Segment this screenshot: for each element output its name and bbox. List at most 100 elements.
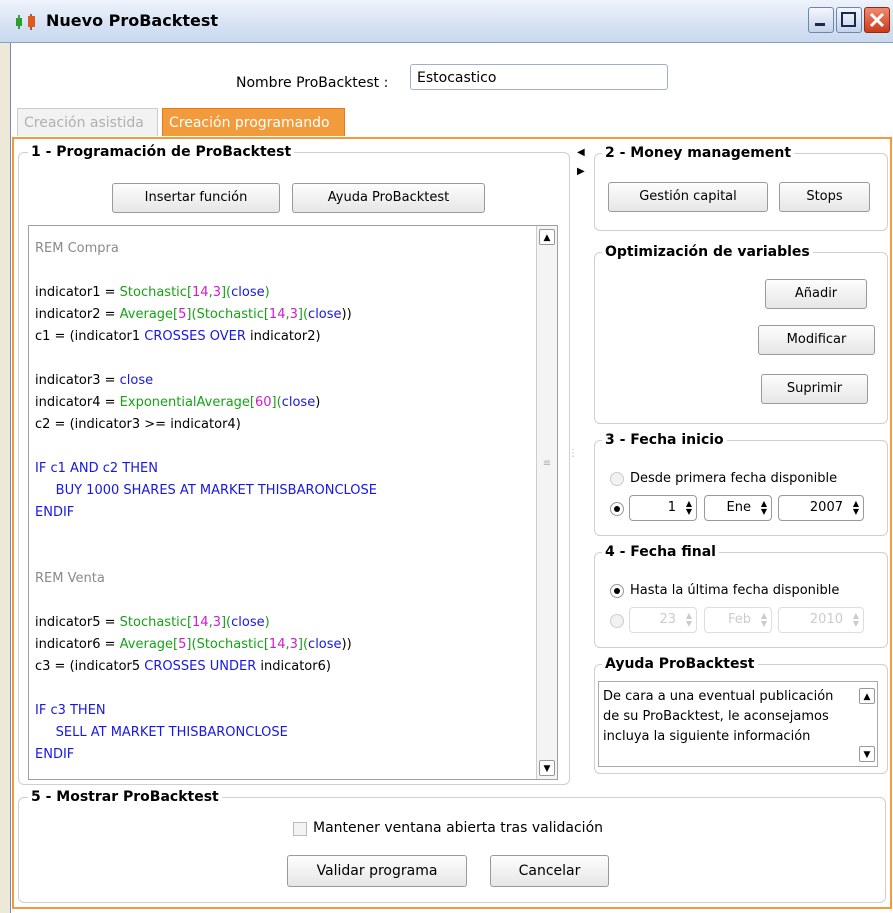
code-line[interactable]: REM Compra [35,238,535,260]
code-token: CROSSES OVER [144,329,246,344]
backtest-name-label: Nombre ProBacktest : [236,75,389,91]
code-token: 3 [212,615,221,630]
spinner-arrows-icon: ▲ ▼ [760,611,767,628]
code-token: indicator2 = [35,307,120,322]
help-scroll-up-icon[interactable]: ▲ [859,688,875,704]
code-token: ]( [220,285,232,300]
capital-management-button[interactable]: Gestión capital [608,182,768,212]
code-token: close [308,307,342,322]
code-token: 14 [268,307,286,322]
code-line[interactable]: indicator4 = ExponentialAverage[60](clos… [35,392,535,414]
code-token: IF c3 THEN [35,703,106,718]
code-token: ]( [297,307,309,322]
custom-start-date-radio[interactable] [610,502,624,516]
code-token: close [231,615,265,630]
start-date-title: 3 - Fecha inicio [602,432,727,448]
custom-end-date-radio[interactable] [610,614,624,628]
modify-variable-button[interactable]: Modificar [758,325,875,355]
insert-function-button[interactable]: Insertar función [112,183,280,213]
code-token: indicator6) [256,659,331,674]
first-date-label: Desde primera fecha disponible [630,471,838,486]
code-line[interactable]: indicator5 = Stochastic[14,3](close) [35,612,535,634]
close-icon [869,12,885,28]
add-variable-button[interactable]: Añadir [765,279,867,309]
code-line[interactable] [35,436,535,458]
code-token: c3 = (indicator5 [35,659,145,674]
spinner-arrows-icon[interactable]: ▲ ▼ [686,500,692,516]
delete-variable-button[interactable]: Suprimir [761,374,868,404]
collapse-left-icon[interactable]: ◀ [577,147,585,158]
programming-group-title: 1 - Programación de ProBacktest [28,144,295,160]
validate-program-button[interactable]: Validar programa [287,855,467,887]
code-token: )) [341,637,352,652]
code-line[interactable]: IF c1 AND c2 THEN [35,458,535,480]
code-token: indicator5 = [35,615,120,630]
help-scroll-down-icon[interactable]: ▼ [859,746,875,762]
close-button[interactable] [864,7,890,33]
code-line[interactable] [35,546,535,568]
code-line[interactable] [35,348,535,370]
keep-window-open-label: Mantener ventana abierta tras validación [313,820,604,836]
cancel-button[interactable]: Cancelar [490,855,609,887]
code-line[interactable]: IF c3 THEN [35,700,535,722]
scroll-up-icon[interactable]: ▲ [539,229,555,245]
spinner-arrows-icon[interactable]: ▲ ▼ [853,500,859,516]
code-line[interactable]: indicator3 = close [35,370,535,392]
start-day-spinner[interactable]: 1 ▲ ▼ [629,495,697,521]
maximize-icon [841,12,856,27]
code-token: 3 [212,285,221,300]
code-line[interactable] [35,678,535,700]
code-line[interactable]: c3 = (indicator5 CROSSES UNDER indicator… [35,656,535,678]
title-bar: Nuevo ProBacktest [0,0,893,43]
code-area[interactable]: REM Compra indicator1 = Stochastic[14,3]… [35,238,535,778]
start-month-spinner[interactable]: Ene ▲ ▼ [704,495,772,521]
code-token: ENDIF [35,747,75,762]
code-line[interactable]: SELL AT MARKET THISBARONCLOSE [35,722,535,744]
tab-programming-creation[interactable]: Creación programando [162,108,345,136]
code-line[interactable] [35,524,535,546]
scroll-grip-icon: ≡ [542,458,552,469]
code-line[interactable]: ENDIF [35,744,535,766]
code-line[interactable]: c2 = (indicator3 >= indicator4) [35,414,535,436]
expand-right-icon[interactable]: ▶ [577,166,585,177]
code-line[interactable] [35,260,535,282]
code-token: 14 [192,285,209,300]
end-day-value: 23 [659,612,676,627]
end-date-title: 4 - Fecha final [602,544,719,560]
code-line[interactable]: ENDIF [35,502,535,524]
code-line[interactable] [35,590,535,612]
optimization-title: Optimización de variables [602,244,813,260]
splitter-grip-icon[interactable]: ⋮ [568,448,578,459]
tab-assisted-creation[interactable]: Creación asistida [17,108,158,136]
maximize-button[interactable] [836,7,862,33]
code-token: IF c1 AND c2 THEN [35,461,158,476]
backtest-name-input[interactable]: Estocastico [410,64,668,90]
start-year-spinner[interactable]: 2007 ▲ ▼ [778,495,864,521]
end-year-spinner: 2010 ▲ ▼ [778,607,864,633]
show-backtest-title: 5 - Mostrar ProBacktest [28,789,222,805]
code-line[interactable]: indicator2 = Average[5](Stochastic[14,3]… [35,304,535,326]
code-token: indicator6 = [35,637,120,652]
backtest-help-button[interactable]: Ayuda ProBacktest [292,183,485,213]
show-backtest-group [18,797,886,903]
code-editor[interactable]: REM Compra indicator1 = Stochastic[14,3]… [28,225,558,780]
start-year-value: 2007 [809,500,843,515]
stops-button[interactable]: Stops [779,182,870,212]
code-token: c1 = (indicator1 [35,329,145,344]
first-date-radio[interactable] [610,472,624,486]
code-token: REM Venta [35,571,105,586]
code-token: 14 [268,637,286,652]
code-line[interactable]: indicator1 = Stochastic[14,3](close) [35,282,535,304]
scroll-down-icon[interactable]: ▼ [539,760,555,776]
editor-scrollbar[interactable]: ▲ ≡ ▼ [536,226,557,779]
code-token: REM Compra [35,241,119,256]
code-line[interactable]: REM Venta [35,568,535,590]
last-date-radio[interactable] [610,584,624,598]
code-line[interactable]: BUY 1000 SHARES AT MARKET THISBARONCLOSE [35,480,535,502]
minimize-button[interactable] [808,7,834,33]
spinner-arrows-icon[interactable]: ▲ ▼ [761,500,767,516]
start-day-value: 1 [667,500,676,515]
keep-window-open-checkbox[interactable] [293,822,307,836]
code-line[interactable]: indicator6 = Average[5](Stochastic[14,3]… [35,634,535,656]
code-line[interactable]: c1 = (indicator1 CROSSES OVER indicator2… [35,326,535,348]
